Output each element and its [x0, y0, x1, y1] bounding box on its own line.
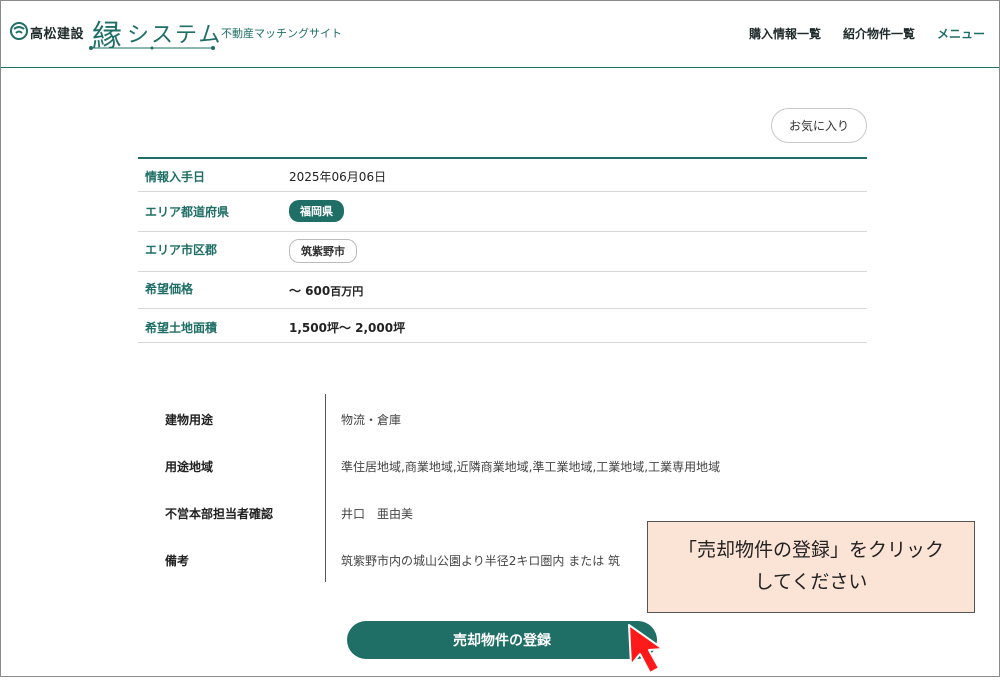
land-label: 希望土地面積: [145, 321, 218, 335]
land-value: 1,500坪～ 2,000坪: [289, 321, 406, 335]
info-row-land: 希望土地面積 1,500坪～ 2,000坪: [138, 309, 867, 343]
site-tagline: 不動産マッチングサイト: [221, 27, 342, 40]
remarks-value: 筑紫野市内の城山公園より半径2キロ圏内 または 筑: [341, 554, 621, 568]
register-sale-property-button[interactable]: 売却物件の登録: [347, 621, 657, 659]
callout-line-1: 「売却物件の登録」をクリック: [677, 539, 944, 561]
favorite-button[interactable]: お気に入り: [771, 108, 867, 143]
city-label: エリア市区郡: [145, 243, 218, 257]
nav-purchase-list[interactable]: 購入情報一覧: [749, 25, 821, 42]
site-header: 高松建設 縁 システム 不動産マッチングサイト 購入情報一覧 紹介物件一覧 メニ…: [1, 1, 999, 68]
building-use-value: 物流・倉庫: [341, 413, 402, 427]
info-row-prefecture: エリア都道府県 福岡県: [138, 192, 867, 232]
callout-line-2: してください: [754, 571, 868, 593]
price-amount: ～ 600: [289, 284, 331, 298]
nav-menu[interactable]: メニュー: [937, 25, 985, 42]
company-name[interactable]: 高松建設: [30, 23, 84, 42]
prefecture-badge: 福岡県: [289, 200, 344, 222]
date-label: 情報入手日: [145, 170, 206, 184]
building-use-label: 建物用途: [165, 413, 214, 427]
prefecture-value: 福岡県: [289, 200, 344, 222]
zoning-label: 用途地域: [165, 460, 214, 474]
info-row-price: 希望価格 ～ 600百万円: [138, 272, 867, 309]
instruction-callout: 「売却物件の登録」をクリック してください: [647, 521, 975, 613]
detail-divider: [325, 394, 326, 582]
info-row-date: 情報入手日 2025年06月06日: [138, 159, 867, 192]
staff-check-label: 不営本部担当者確認: [165, 507, 274, 521]
app-frame: 高松建設 縁 システム 不動産マッチングサイト 購入情報一覧 紹介物件一覧 メニ…: [0, 0, 1000, 677]
price-unit: 百万円: [330, 285, 364, 298]
info-table: 情報入手日 2025年06月06日 エリア都道府県 福岡県 エリア市区郡 筑紫野…: [138, 157, 867, 343]
price-value: ～ 600百万円: [289, 282, 363, 299]
brand-decoration-line: [89, 46, 215, 50]
mouse-pointer-icon: [628, 624, 664, 674]
city-value: 筑紫野市: [289, 239, 357, 263]
top-nav: 購入情報一覧 紹介物件一覧 メニュー: [749, 25, 985, 42]
staff-check-value: 井口 亜由美: [341, 507, 414, 521]
nav-introduced-list[interactable]: 紹介物件一覧: [843, 25, 915, 42]
info-row-city: エリア市区郡 筑紫野市: [138, 232, 867, 272]
company-logo-icon[interactable]: [10, 22, 28, 40]
price-label: 希望価格: [145, 282, 194, 296]
brand-system: システム: [127, 23, 223, 48]
zoning-value: 準住居地域,商業地域,近隣商業地域,準工業地域,工業地域,工業専用地域: [341, 460, 721, 474]
city-badge: 筑紫野市: [289, 239, 357, 263]
prefecture-label: エリア都道府県: [145, 205, 230, 219]
remarks-label: 備考: [165, 554, 190, 568]
date-value: 2025年06月06日: [289, 170, 387, 184]
